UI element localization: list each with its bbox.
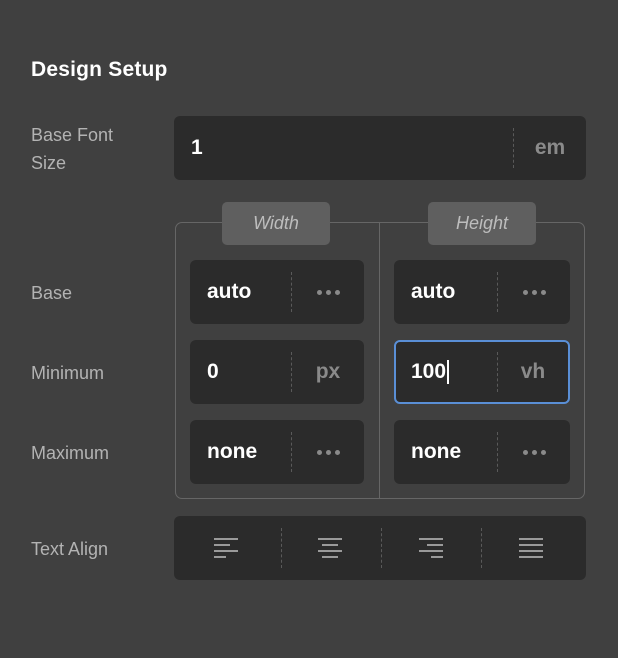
text-align-segmented-control: [174, 516, 586, 580]
more-dots-icon: [316, 289, 340, 295]
base-height-field[interactable]: auto: [394, 260, 570, 324]
maximum-width-field[interactable]: none: [190, 420, 364, 484]
align-right-button[interactable]: [379, 516, 482, 580]
align-right-icon: [418, 538, 443, 558]
maximum-height-field[interactable]: none: [394, 420, 570, 484]
more-options-button[interactable]: [498, 420, 570, 484]
base-font-size-label-line1: Base Font: [31, 125, 114, 145]
panel-title: Design Setup: [31, 58, 168, 81]
align-center-button[interactable]: [278, 516, 381, 580]
base-row-label: Base: [31, 283, 73, 303]
minimum-width-value[interactable]: 0: [207, 340, 219, 404]
minimum-width-field[interactable]: 0 px: [190, 340, 364, 404]
more-options-button[interactable]: [292, 260, 364, 324]
more-options-button[interactable]: [498, 260, 570, 324]
text-align-label: Text Align: [31, 539, 109, 559]
minimum-height-field[interactable]: 100 vh: [394, 340, 570, 404]
width-column-header: Width: [222, 202, 330, 245]
more-options-button[interactable]: [292, 420, 364, 484]
more-dots-icon: [522, 289, 546, 295]
minimum-width-unit[interactable]: px: [292, 340, 364, 404]
maximum-height-value[interactable]: none: [411, 420, 461, 484]
maximum-row-label: Maximum: [31, 443, 110, 463]
text-caret: [447, 360, 450, 384]
more-dots-icon: [316, 449, 340, 455]
base-font-size-field[interactable]: 1 em: [174, 116, 586, 180]
more-dots-icon: [522, 449, 546, 455]
align-justify-button[interactable]: [479, 516, 582, 580]
maximum-width-value[interactable]: none: [207, 420, 257, 484]
align-left-icon: [213, 538, 238, 558]
base-font-size-value[interactable]: 1: [191, 116, 203, 180]
minimum-row-label: Minimum: [31, 363, 105, 383]
base-font-size-label-line2: Size: [31, 153, 67, 173]
column-divider: [379, 223, 380, 498]
align-left-button[interactable]: [174, 516, 277, 580]
height-column-header: Height: [428, 202, 536, 245]
minimum-height-input[interactable]: 100: [411, 342, 450, 402]
minimum-height-unit[interactable]: vh: [498, 342, 568, 402]
align-center-icon: [317, 538, 342, 558]
base-font-size-label: Base Font Size: [31, 121, 113, 177]
base-width-field[interactable]: auto: [190, 260, 364, 324]
minimum-height-value: 100: [411, 360, 447, 383]
base-height-value[interactable]: auto: [411, 260, 455, 324]
base-font-size-unit[interactable]: em: [514, 116, 586, 180]
base-width-value[interactable]: auto: [207, 260, 251, 324]
align-justify-icon: [518, 538, 543, 558]
